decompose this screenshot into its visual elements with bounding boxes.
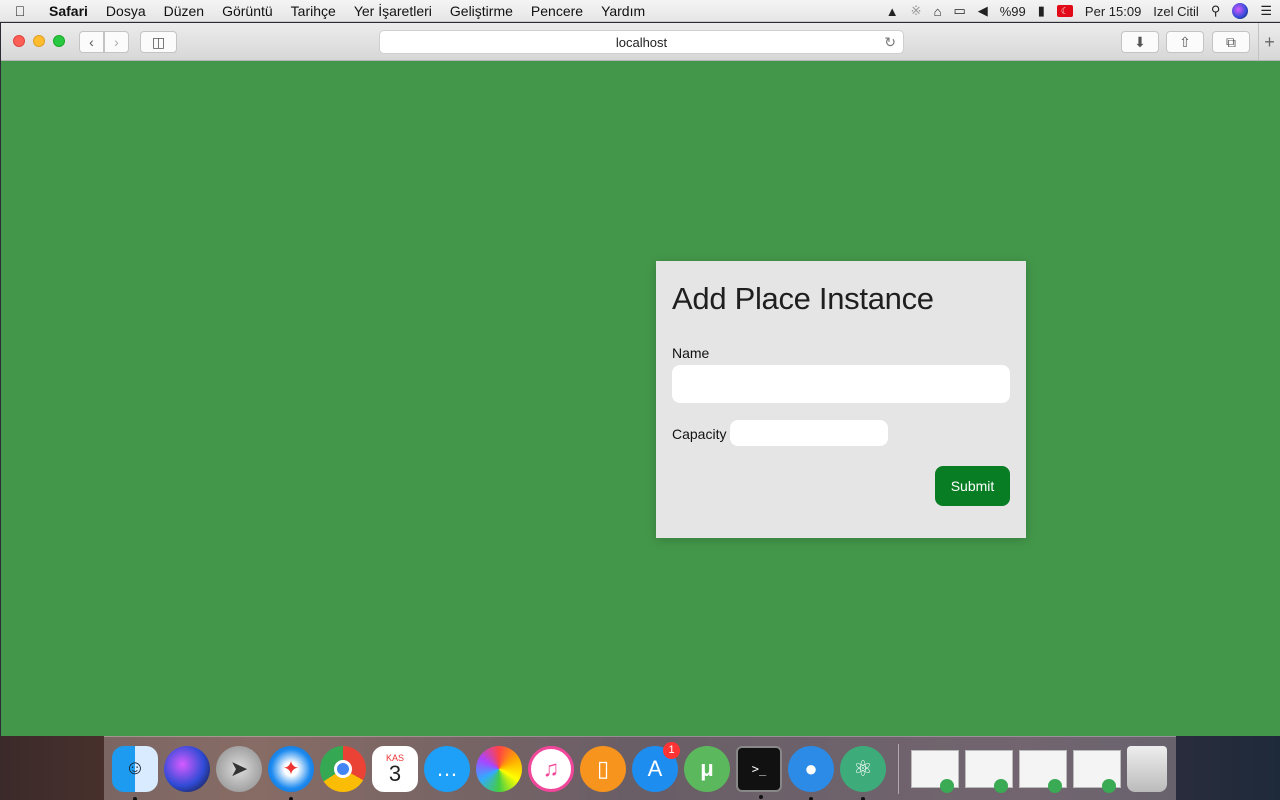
minimized-window-thumbnail[interactable]: [911, 749, 959, 793]
name-label: Name: [672, 345, 710, 361]
app-store-icon[interactable]: A 1: [632, 741, 680, 792]
menu-duzen[interactable]: Düzen: [155, 3, 213, 19]
download-icon: ⬇: [1134, 33, 1146, 50]
menu-bar-extras: ▲ ※ ⌂ ▭ ◀ %99 ▮ ☾ Per 15:09 Izel Citil ⚲…: [886, 0, 1272, 22]
reload-icon[interactable]: ↻: [884, 34, 896, 51]
minimized-window-thumbnail[interactable]: [965, 749, 1013, 793]
terminal-icon[interactable]: >_: [736, 745, 782, 799]
zoom-window-button[interactable]: [53, 35, 65, 47]
notification-center-icon[interactable]: ☰: [1260, 3, 1272, 19]
minimized-window-thumbnail[interactable]: [1019, 749, 1067, 793]
atom-icon[interactable]: ⚛: [840, 745, 886, 800]
running-indicator: [289, 796, 293, 800]
utorrent-icon[interactable]: μ: [684, 745, 730, 792]
browser-toolbar: ‹ › ◫ localhost ↻ ⬇ ⇧ ⧉ +: [1, 23, 1280, 61]
menu-dosya[interactable]: Dosya: [97, 3, 155, 19]
sidebar-toggle-button[interactable]: ◫: [140, 31, 177, 53]
trash-icon[interactable]: [1127, 745, 1167, 792]
finder-icon[interactable]: ☺: [112, 745, 158, 800]
siri-dock-icon[interactable]: [164, 745, 210, 792]
user-name[interactable]: Izel Citil: [1153, 4, 1199, 19]
clock[interactable]: Per 15:09: [1085, 4, 1141, 19]
running-indicator: [133, 796, 137, 800]
sidebar-icon: ◫: [151, 33, 166, 50]
dock: ☺ ➤ ✦ KAS 3 … ♫ ▯ A 1 μ >_ ● ⚛: [104, 736, 1176, 800]
form-title: Add Place Instance: [672, 281, 934, 316]
menu-yer-isaretleri[interactable]: Yer İşaretleri: [345, 3, 441, 19]
safari-window: ‹ › ◫ localhost ↻ ⬇ ⇧ ⧉ + Add Place Inst…: [1, 23, 1280, 736]
name-input[interactable]: [672, 365, 1010, 403]
itunes-icon[interactable]: ♫: [528, 745, 574, 792]
plus-icon: +: [1264, 31, 1275, 52]
battery-percent[interactable]: %99: [1000, 4, 1026, 19]
menu-tarihce[interactable]: Tarihçe: [282, 3, 345, 19]
menu-goruntu[interactable]: Görüntü: [213, 3, 282, 19]
calendar-icon[interactable]: KAS 3: [372, 745, 418, 792]
show-tabs-button[interactable]: ⧉: [1212, 31, 1250, 53]
share-button[interactable]: ⇧: [1166, 31, 1204, 53]
dock-separator: [898, 743, 899, 794]
chevron-left-icon: ‹: [89, 34, 94, 50]
address-bar[interactable]: localhost ↻: [379, 30, 904, 54]
share-icon: ⇧: [1179, 33, 1191, 50]
calendar-day: 3: [388, 760, 402, 786]
capacity-label: Capacity: [672, 426, 727, 442]
chrome-icon[interactable]: [320, 745, 366, 792]
launchpad-icon[interactable]: ➤: [216, 745, 262, 792]
new-tab-button[interactable]: +: [1258, 23, 1280, 61]
minimize-window-button[interactable]: [33, 35, 45, 47]
photos-icon[interactable]: [476, 745, 522, 792]
menu-gelistirme[interactable]: Geliştirme: [441, 3, 522, 19]
evernote-icon[interactable]: ▲: [886, 4, 899, 19]
menu-safari[interactable]: Safari: [40, 3, 97, 19]
capacity-input[interactable]: [730, 420, 888, 446]
volume-icon[interactable]: ◀: [978, 3, 988, 19]
tabs-icon: ⧉: [1226, 33, 1236, 50]
page-content: Add Place Instance Name Capacity Submit: [1, 61, 1280, 736]
safari-dock-icon[interactable]: ✦: [268, 745, 314, 800]
bluetooth-icon[interactable]: ※: [911, 3, 922, 19]
submit-button[interactable]: Submit: [935, 466, 1010, 506]
wifi-icon[interactable]: ⌂: [934, 4, 942, 19]
airplay-icon[interactable]: ▭: [953, 3, 965, 19]
close-window-button[interactable]: [13, 35, 25, 47]
notification-badge: 1: [663, 741, 680, 759]
running-indicator: [861, 796, 865, 800]
menu-yardim[interactable]: Yardım: [592, 3, 654, 19]
downloads-button[interactable]: ⬇: [1121, 31, 1159, 53]
minimized-window-thumbnail[interactable]: [1073, 749, 1121, 793]
siri-icon[interactable]: [1232, 3, 1249, 19]
battery-icon[interactable]: ▮: [1038, 3, 1045, 19]
running-indicator: [759, 794, 763, 799]
running-indicator: [809, 796, 813, 800]
menu-bar:  Safari Dosya Düzen Görüntü Tarihçe Yer…: [0, 0, 1280, 22]
menu-pencere[interactable]: Pencere: [522, 3, 592, 19]
sequel-pro-icon[interactable]: ●: [788, 745, 834, 800]
forward-button[interactable]: ›: [104, 31, 129, 53]
url-text: localhost: [615, 34, 668, 50]
add-place-form: Add Place Instance Name Capacity Submit: [656, 261, 1026, 538]
turkish-flag-icon[interactable]: ☾: [1056, 5, 1073, 17]
messages-icon[interactable]: …: [424, 745, 470, 792]
apple-icon[interactable]: : [0, 3, 40, 19]
spotlight-search-icon[interactable]: ⚲: [1211, 3, 1221, 19]
ibooks-icon[interactable]: ▯: [580, 745, 626, 792]
back-button[interactable]: ‹: [79, 31, 104, 53]
chevron-right-icon: ›: [114, 34, 119, 50]
